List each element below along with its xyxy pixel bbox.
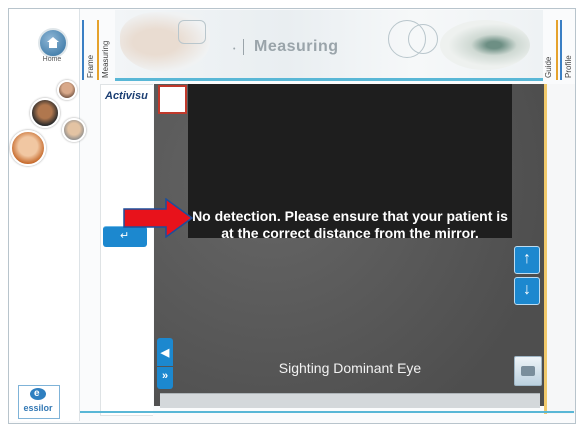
left-sidebar bbox=[9, 9, 80, 421]
avatar-woman-small[interactable] bbox=[57, 80, 77, 100]
expand-panel-button[interactable]: » bbox=[157, 367, 173, 389]
red-arrow-icon bbox=[123, 198, 194, 238]
camera-icon bbox=[521, 366, 535, 376]
right-panel-stripe bbox=[544, 84, 547, 414]
eye-banner-image bbox=[440, 20, 530, 70]
tab-guide-label: Guide bbox=[544, 56, 553, 78]
camera-button[interactable] bbox=[514, 356, 542, 386]
lens-outline-icon bbox=[408, 24, 438, 54]
avatar-woman[interactable] bbox=[10, 130, 46, 166]
tab-profile-label: Profile bbox=[564, 55, 573, 78]
avatar-older-man[interactable] bbox=[62, 118, 86, 142]
capture-thumbnail[interactable] bbox=[158, 85, 187, 114]
move-down-button[interactable]: ↓ bbox=[514, 277, 540, 305]
tab-frame[interactable]: Frame bbox=[82, 20, 98, 80]
title-bracket bbox=[243, 39, 250, 55]
bottom-divider bbox=[80, 411, 574, 413]
tab-measuring[interactable]: Measuring bbox=[97, 20, 113, 80]
essilor-logo-text: essilor bbox=[23, 403, 53, 413]
header-underline bbox=[115, 78, 543, 81]
sound-toggle-button[interactable]: ◀ bbox=[157, 338, 173, 366]
tab-guide[interactable]: Guide bbox=[542, 20, 558, 80]
right-panel bbox=[544, 84, 575, 414]
home-button[interactable] bbox=[38, 28, 68, 58]
home-icon bbox=[47, 37, 59, 48]
double-chevron-icon: » bbox=[161, 370, 169, 382]
page-title: Measuring bbox=[254, 38, 339, 55]
title-marker: • bbox=[233, 46, 236, 53]
tab-frame-label: Frame bbox=[86, 54, 95, 78]
essilor-logo-icon: e bbox=[30, 388, 46, 400]
status-bar bbox=[160, 393, 540, 408]
glasses-outline-icon bbox=[178, 20, 206, 44]
move-up-button[interactable]: ↑ bbox=[514, 246, 540, 274]
speaker-icon: ◀ bbox=[160, 347, 170, 359]
tab-profile[interactable]: Profile bbox=[560, 20, 576, 80]
home-label: Home bbox=[42, 56, 62, 63]
test-caption: Sighting Dominant Eye bbox=[278, 360, 422, 376]
left-tool-panel bbox=[100, 84, 153, 416]
avatar-man[interactable] bbox=[30, 98, 60, 128]
detection-message: No detection. Please ensure that your pa… bbox=[192, 208, 508, 241]
arrow-up-icon: ↑ bbox=[523, 250, 531, 267]
activisu-brand: Activisu bbox=[105, 90, 148, 102]
arrow-down-icon: ↓ bbox=[523, 281, 531, 298]
tab-measuring-label: Measuring bbox=[101, 40, 110, 78]
